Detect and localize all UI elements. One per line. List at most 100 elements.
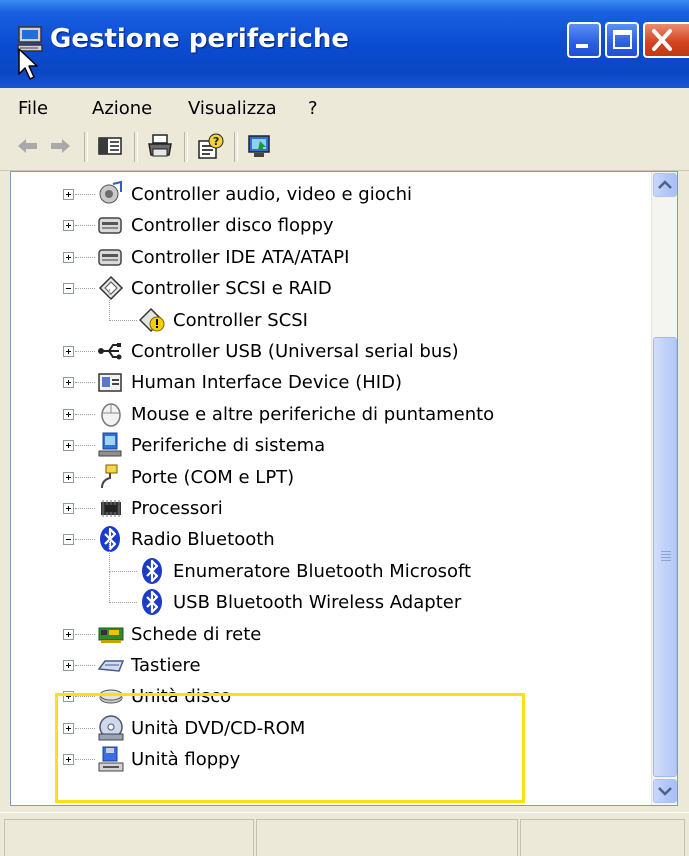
tree-item-label: Controller SCSI	[173, 309, 308, 331]
network-card-icon	[98, 627, 124, 643]
print-icon[interactable]	[146, 132, 174, 160]
tree-category-item[interactable]: Radio Bluetooth	[11, 525, 651, 556]
tree-item-label: Controller IDE ATA/ATAPI	[131, 246, 350, 268]
scroll-up-button[interactable]	[653, 173, 677, 197]
tree-item-label: USB Bluetooth Wireless Adapter	[173, 592, 462, 614]
tree-child-item[interactable]: Controller SCSI	[11, 288, 651, 337]
scan-hardware-icon[interactable]	[246, 132, 274, 160]
menu-azione[interactable]: Azione	[92, 98, 152, 119]
window-title: Gestione periferiche	[50, 24, 350, 54]
tree-category-item[interactable]: Porte (COM e LPT)	[11, 463, 651, 494]
minimize-button[interactable]	[567, 22, 601, 58]
scroll-down-button[interactable]	[653, 779, 677, 803]
expand-toggle[interactable]	[63, 440, 74, 452]
chevron-down-icon	[658, 787, 672, 796]
back-arrow-icon[interactable]	[14, 132, 42, 160]
expand-toggle[interactable]	[63, 471, 74, 483]
tree-category-item[interactable]: Controller USB (Universal serial bus)	[11, 337, 651, 368]
close-button[interactable]	[643, 22, 689, 58]
scroll-thumb[interactable]	[653, 337, 677, 777]
tree-item-label: Radio Bluetooth	[131, 529, 275, 551]
tree-item-label: Schede di rete	[131, 623, 262, 645]
tree-category-item[interactable]: Human Interface Device (HID)	[11, 368, 651, 399]
expand-toggle[interactable]	[63, 628, 74, 640]
tree-item-label: Processori	[131, 498, 223, 519]
bluetooth-icon	[142, 557, 162, 584]
bluetooth-icon	[142, 589, 162, 616]
keyboard-icon	[97, 660, 125, 672]
port-icon	[101, 464, 118, 488]
status-panel-2	[256, 819, 518, 856]
collapse-toggle[interactable]	[63, 283, 74, 295]
status-bar	[0, 812, 689, 856]
tree-item-label: Periferiche di sistema	[131, 435, 326, 457]
scsi-warning-icon	[139, 307, 165, 332]
tree-item-label: Controller SCSI e RAID	[131, 278, 332, 300]
tree-item-label: Enumeratore Bluetooth Microsoft	[173, 560, 472, 582]
system-device-icon	[98, 432, 122, 457]
forward-arrow-icon[interactable]	[46, 132, 74, 160]
menu-file[interactable]: File	[18, 98, 48, 119]
maximize-icon	[613, 30, 632, 49]
menu-help[interactable]: ?	[308, 98, 318, 119]
scsi-icon	[98, 276, 124, 301]
tree-child-item[interactable]: USB Bluetooth Wireless Adapter	[11, 571, 651, 619]
tree-category-item[interactable]: Schede di rete	[11, 620, 651, 651]
expand-toggle[interactable]	[63, 220, 74, 232]
tree-item-label: Controller audio, video e giochi	[131, 184, 413, 205]
tree-item-label: Tastiere	[131, 655, 201, 676]
tree-item-label: Human Interface Device (HID)	[131, 372, 402, 394]
mouse-icon	[101, 403, 121, 427]
properties-icon[interactable]: ?	[196, 132, 224, 160]
expand-toggle[interactable]	[63, 346, 74, 357]
expand-toggle[interactable]	[63, 660, 74, 671]
tree-item-label: Mouse e altre periferiche di puntamento	[131, 403, 495, 425]
tree-category-item[interactable]: Mouse e altre periferiche di puntamento	[11, 400, 651, 431]
menu-bar: File Azione Visualizza ?	[0, 88, 689, 125]
expand-toggle[interactable]	[63, 189, 74, 200]
toolbar: ?	[0, 124, 689, 171]
status-panel-3	[520, 819, 685, 856]
tree-category-item[interactable]: Controller SCSI e RAID	[11, 274, 651, 305]
chevron-up-icon	[658, 180, 672, 189]
usb-icon	[98, 343, 122, 360]
tree-category-item[interactable]: Tastiere	[11, 651, 651, 682]
close-icon	[652, 29, 672, 51]
toolbar-separator	[134, 132, 138, 162]
title-bar[interactable]: Gestione periferiche	[0, 0, 689, 88]
tree-category-item[interactable]: Periferiche di sistema	[11, 431, 651, 462]
speaker-icon	[99, 180, 122, 204]
menu-visualizza[interactable]: Visualizza	[188, 98, 277, 119]
tree-category-item[interactable]: Controller IDE ATA/ATAPI	[11, 243, 651, 274]
tree-category-item[interactable]: Controller disco floppy	[11, 211, 651, 242]
bluetooth-icon	[100, 526, 120, 553]
device-tree-pane: Controller audio, video e giochi Controll…	[10, 171, 678, 806]
toolbar-separator	[234, 132, 238, 162]
mouse-pointer-icon	[18, 48, 38, 80]
hid-icon	[98, 373, 122, 393]
expand-toggle[interactable]	[63, 251, 74, 263]
device-manager-window: Gestione periferiche File Azione Visuali…	[0, 0, 689, 856]
collapse-toggle[interactable]	[63, 534, 74, 546]
show-hide-console-tree-icon[interactable]	[96, 132, 124, 160]
expand-toggle[interactable]	[63, 408, 74, 420]
minimize-icon	[576, 44, 588, 48]
tree-category-item[interactable]: Controller audio, video e giochi	[11, 180, 651, 211]
floppy-controller-icon	[98, 217, 122, 235]
tree-category-item[interactable]: Processori	[11, 494, 651, 525]
status-panel-1	[4, 819, 254, 856]
bluetooth-highlight-box	[55, 693, 525, 803]
expand-toggle[interactable]	[63, 503, 74, 514]
vertical-scrollbar[interactable]	[651, 172, 677, 805]
svg-text:?: ?	[213, 135, 219, 148]
tree-item-label: Porte (COM e LPT)	[131, 466, 295, 488]
processor-icon	[101, 500, 121, 517]
maximize-button[interactable]	[605, 22, 639, 58]
toolbar-separator	[84, 132, 88, 162]
tree-item-label: Controller disco floppy	[131, 215, 334, 237]
expand-toggle[interactable]	[63, 377, 74, 389]
ide-controller-icon	[98, 249, 122, 266]
toolbar-separator	[184, 132, 188, 162]
tree-item-label: Controller USB (Universal serial bus)	[131, 341, 459, 362]
tree-child-item[interactable]: Enumeratore Bluetooth Microsoft	[11, 539, 651, 588]
